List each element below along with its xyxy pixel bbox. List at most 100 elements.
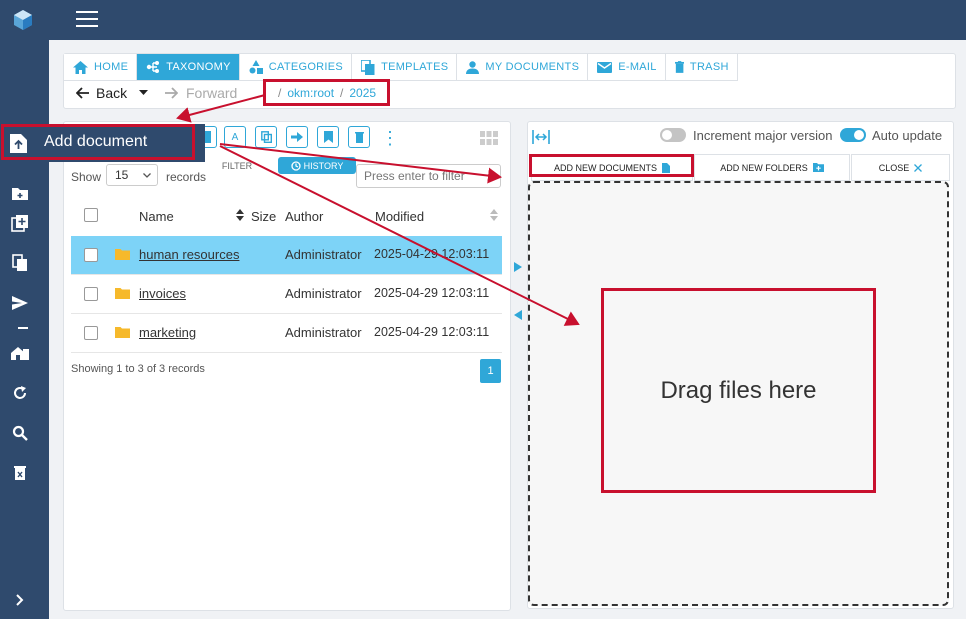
more-options-icon[interactable]: ⋮: [381, 128, 399, 148]
page-button[interactable]: 1: [480, 359, 501, 383]
home-folder-icon[interactable]: [10, 343, 30, 363]
tab-label: MY DOCUMENTS: [485, 61, 580, 73]
tab-categories[interactable]: CATEGORIES: [239, 54, 353, 81]
tab-add-new-documents[interactable]: ADD NEW DOCUMENTS: [531, 154, 693, 181]
search-icon[interactable]: [10, 423, 30, 443]
breadcrumb-item-root[interactable]: okm:root: [287, 86, 334, 100]
records-label: records: [166, 170, 207, 184]
toolbar-button-rename[interactable]: A: [224, 126, 246, 148]
top-bar: [0, 0, 966, 40]
increment-version-toggle[interactable]: [660, 128, 686, 142]
document-icon: [662, 162, 670, 173]
add-copy-icon[interactable]: [10, 213, 30, 233]
forward-button[interactable]: Forward: [164, 85, 237, 101]
pagination-info: Showing 1 to 3 of 3 records: [71, 363, 205, 375]
tab-close[interactable]: CLOSE: [851, 154, 950, 181]
back-label: Back: [96, 85, 128, 101]
column-header-name[interactable]: Name: [139, 209, 174, 224]
page-size-select[interactable]: 15: [106, 164, 158, 186]
tab-label: E-MAIL: [618, 61, 657, 73]
tab-add-new-folders[interactable]: ADD NEW FOLDERS: [694, 154, 850, 181]
mail-icon: [597, 61, 613, 73]
row-modified: 2025-04-29 12:03:11: [374, 286, 490, 300]
column-header-modified[interactable]: Modified: [375, 209, 424, 224]
table-row[interactable]: marketing Administrator 2025-04-29 12:03…: [71, 314, 502, 353]
toolbar-button-bookmark[interactable]: [317, 126, 339, 148]
font-a-icon: A: [231, 131, 239, 143]
expand-width-icon[interactable]: [532, 130, 550, 144]
row-checkbox[interactable]: [84, 248, 98, 262]
trash-icon: [674, 61, 684, 73]
folder-icon: [115, 249, 130, 260]
refresh-icon[interactable]: [10, 383, 30, 403]
history-label: HISTORY: [303, 160, 344, 171]
row-name-link[interactable]: human resources: [139, 247, 239, 262]
categories-icon: [249, 60, 263, 74]
duplicate-icon[interactable]: [10, 253, 30, 273]
table-row[interactable]: human resources Administrator 2025-04-29…: [71, 236, 502, 275]
auto-update-toggle[interactable]: [840, 128, 866, 142]
copy-icon: [260, 131, 272, 143]
toggle-knob: [854, 130, 864, 140]
arrow-right-icon: [165, 87, 178, 99]
row-checkbox[interactable]: [84, 287, 98, 301]
sidebar-divider: [18, 327, 28, 329]
column-header-size[interactable]: Size: [251, 209, 276, 224]
close-icon: [914, 163, 923, 172]
toolbar-button-move[interactable]: [286, 126, 308, 148]
user-icon: [466, 60, 480, 74]
breadcrumb-item-2025[interactable]: 2025: [349, 86, 376, 100]
tab-label: ADD NEW DOCUMENTS: [554, 162, 657, 173]
row-name-link[interactable]: marketing: [139, 325, 196, 340]
row-author: Administrator: [285, 247, 362, 262]
toolbar-button-copy[interactable]: [255, 126, 277, 148]
history-tab[interactable]: HISTORY: [278, 157, 356, 174]
filter-input[interactable]: [356, 164, 501, 188]
templates-icon: [361, 59, 375, 75]
increment-version-label: Increment major version: [693, 128, 833, 143]
add-document-icon: [10, 134, 27, 153]
tab-label: TRASH: [689, 61, 729, 73]
toggle-knob: [662, 130, 672, 140]
tab-taxonomy[interactable]: TAXONOMY: [137, 54, 240, 81]
tab-home[interactable]: HOME: [64, 54, 138, 81]
select-all-checkbox[interactable]: [84, 208, 98, 222]
sort-icon[interactable]: [236, 209, 244, 221]
row-name-link[interactable]: invoices: [139, 286, 186, 301]
row-checkbox[interactable]: [84, 326, 98, 340]
row-modified: 2025-04-29 12:03:11: [374, 325, 490, 339]
column-header-author[interactable]: Author: [285, 209, 323, 224]
show-label: Show: [71, 170, 102, 184]
add-document-label: Add document: [44, 133, 148, 150]
table-row[interactable]: invoices Administrator 2025-04-29 12:03:…: [71, 275, 502, 314]
tab-trash[interactable]: TRASH: [665, 54, 738, 81]
drop-zone-text: Drag files here: [660, 376, 817, 404]
menu-toggle-icon[interactable]: [76, 11, 98, 29]
breadcrumb-separator: /: [340, 86, 344, 100]
toolbar-button-delete[interactable]: [348, 126, 370, 148]
expand-left-arrow-icon[interactable]: [514, 310, 522, 320]
folder-icon: [115, 327, 130, 338]
auto-update-label: Auto update: [872, 128, 943, 143]
sort-icon[interactable]: [490, 209, 498, 221]
row-author: Administrator: [285, 325, 362, 340]
filter-tab[interactable]: FILTER: [206, 158, 268, 174]
tab-email[interactable]: E-MAIL: [588, 54, 666, 81]
trash-icon: [354, 132, 364, 143]
expand-right-arrow-icon[interactable]: [514, 262, 522, 272]
clear-trash-icon[interactable]: [10, 463, 30, 483]
back-button[interactable]: Back: [76, 85, 149, 101]
taxonomy-icon: [147, 61, 160, 73]
new-folder-icon[interactable]: [10, 183, 30, 203]
home-icon: [73, 60, 88, 74]
folder-icon: [115, 288, 130, 299]
tab-templates[interactable]: TEMPLATES: [352, 54, 458, 81]
breadcrumb: / okm:root / 2025: [272, 86, 376, 100]
caret-down-icon[interactable]: [139, 90, 149, 96]
expand-sidebar-icon[interactable]: [10, 590, 30, 610]
send-icon[interactable]: [10, 293, 30, 313]
main-tabs: HOME TAXONOMY CATEGORIES TEMPLATES MY DO…: [64, 54, 738, 81]
tab-my-documents[interactable]: MY DOCUMENTS: [457, 54, 589, 81]
arrow-left-icon: [76, 87, 89, 99]
grid-view-icon[interactable]: [480, 131, 498, 145]
